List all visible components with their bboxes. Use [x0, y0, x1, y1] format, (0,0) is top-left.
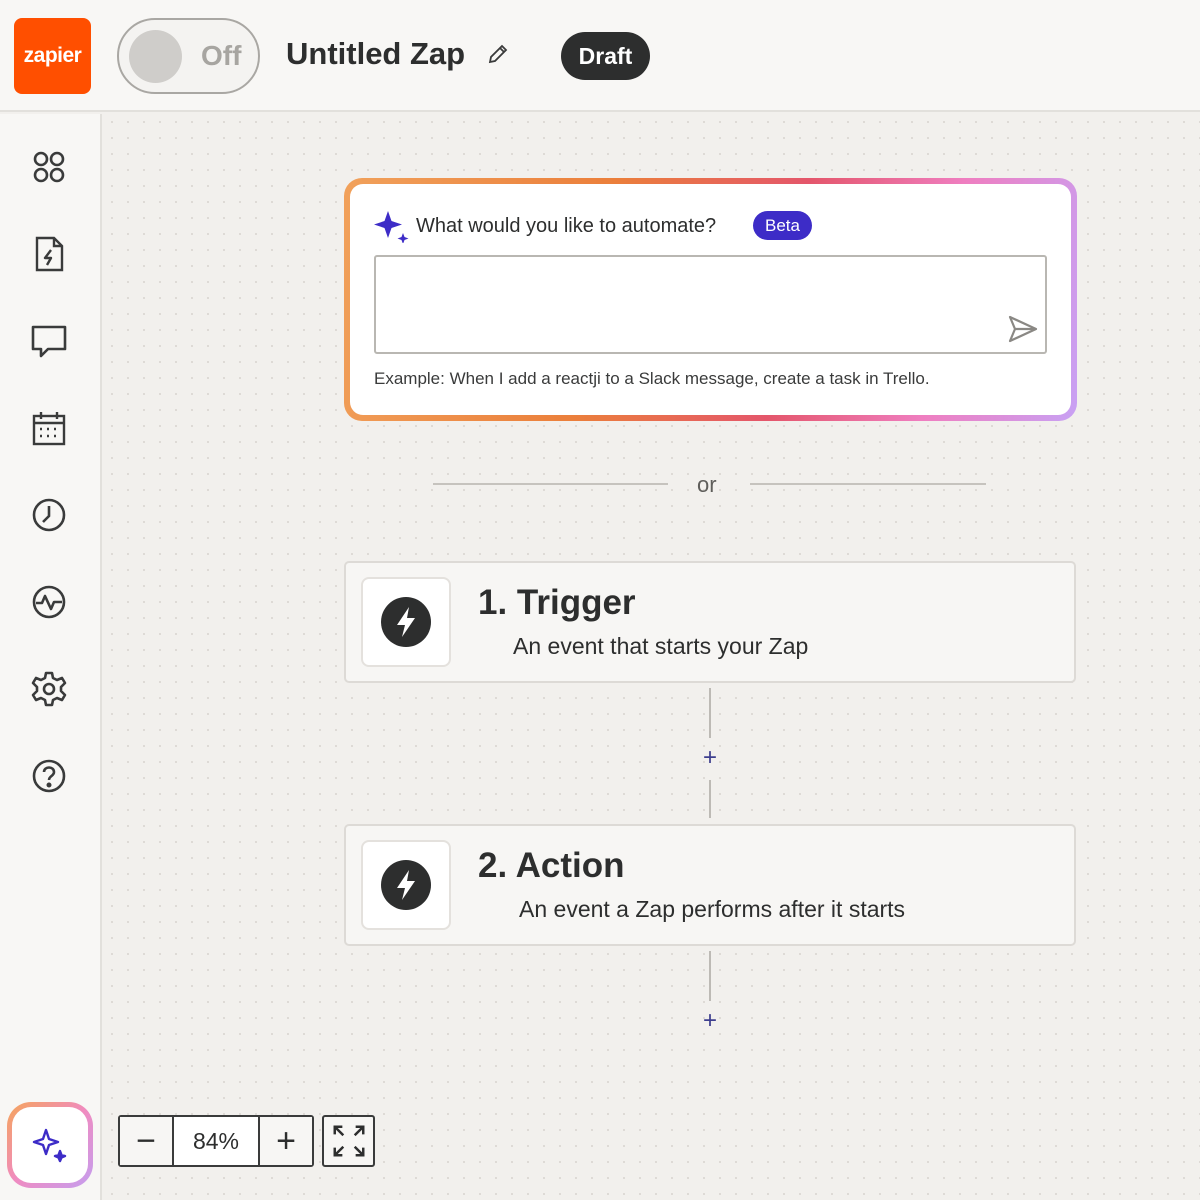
zoom-out-button[interactable]: − — [120, 1117, 172, 1165]
trigger-step-subtitle: An event that starts your Zap — [513, 633, 809, 659]
bolt-icon — [381, 597, 431, 647]
help-icon[interactable] — [29, 756, 69, 796]
action-step-card[interactable]: 2. Action An event a Zap performs after … — [344, 824, 1076, 946]
action-step-title: 2. Action — [478, 846, 625, 885]
pencil-edit-icon[interactable] — [486, 42, 510, 66]
zapier-logo[interactable]: zapier — [14, 18, 91, 94]
ai-prompt-input[interactable] — [374, 255, 1047, 354]
connector-line — [709, 780, 711, 818]
history-clock-icon[interactable] — [29, 495, 69, 535]
divider-or-text: or — [697, 472, 717, 497]
ai-prompt-example: Example: When I add a reactji to a Slack… — [374, 369, 930, 388]
calendar-icon[interactable] — [29, 408, 69, 448]
zoom-controls: − 84% + — [118, 1115, 314, 1167]
add-step-button[interactable]: + — [698, 746, 722, 770]
ai-prompt-question: What would you like to automate? — [416, 215, 717, 237]
connector-line — [709, 688, 711, 738]
trigger-step-title: 1. Trigger — [478, 583, 636, 622]
add-step-button[interactable]: + — [698, 1009, 722, 1033]
bolt-icon — [381, 860, 431, 910]
send-icon[interactable] — [1007, 314, 1039, 344]
trigger-step-card[interactable]: 1. Trigger An event that starts your Zap — [344, 561, 1076, 683]
zoom-in-button[interactable]: + — [260, 1117, 312, 1165]
settings-gear-icon[interactable] — [29, 669, 69, 709]
divider-line-right — [750, 483, 986, 485]
action-step-subtitle: An event a Zap performs after it starts — [519, 896, 906, 922]
toggle-knob — [129, 30, 182, 83]
action-step-icon-box — [361, 840, 451, 930]
toggle-label: Off — [201, 40, 242, 71]
divider-line-left — [433, 483, 668, 485]
ai-prompt-card: What would you like to automate? Beta Ex… — [344, 178, 1077, 421]
top-header: zapier Off Untitled Zap Draft — [0, 0, 1200, 112]
trigger-step-icon-box — [361, 577, 451, 667]
zap-file-icon[interactable] — [29, 234, 69, 274]
beta-badge: Beta — [753, 211, 812, 240]
activity-icon[interactable] — [29, 582, 69, 622]
sparkle-icon — [32, 1128, 67, 1163]
zap-on-off-toggle[interactable]: Off — [117, 18, 260, 94]
apps-icon[interactable] — [29, 147, 69, 187]
left-sidebar — [0, 114, 102, 1200]
fit-to-screen-button[interactable] — [322, 1115, 375, 1167]
expand-icon — [333, 1125, 364, 1157]
zoom-level: 84% — [172, 1117, 260, 1165]
comment-icon[interactable] — [29, 321, 69, 361]
connector-line — [709, 951, 711, 1001]
sparkle-icon — [374, 211, 409, 243]
zap-title[interactable]: Untitled Zap — [286, 36, 465, 72]
status-badge: Draft — [561, 32, 650, 80]
ai-copilot-button[interactable] — [7, 1102, 93, 1188]
